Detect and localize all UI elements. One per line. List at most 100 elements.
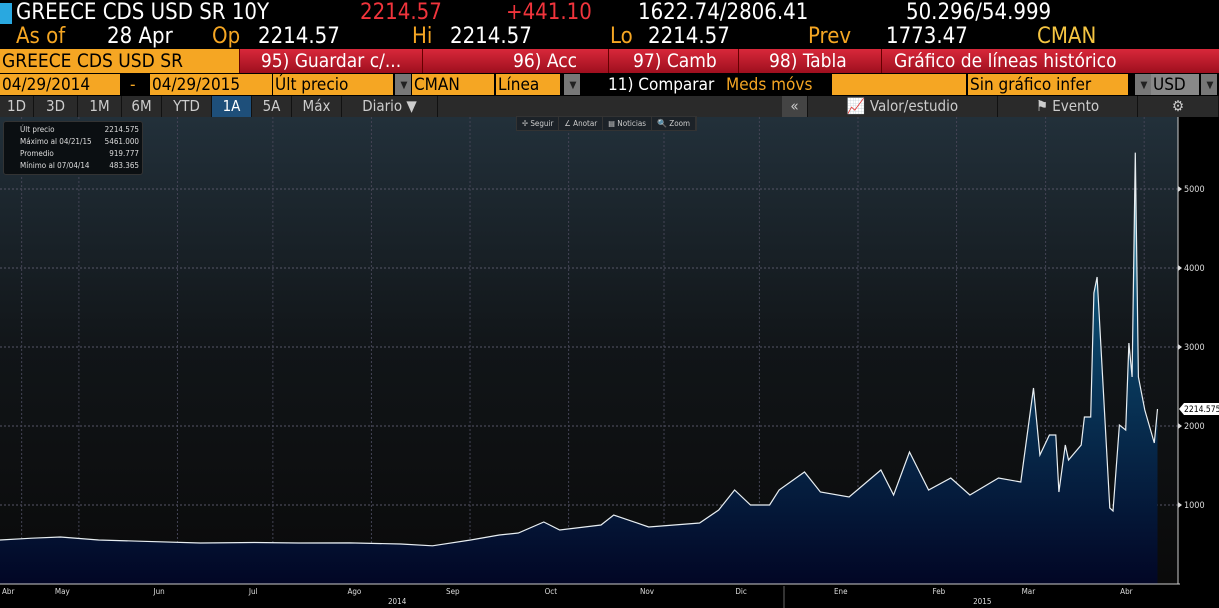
chart-type-select[interactable]: Línea (496, 74, 560, 95)
bid-ask: 1622.74/2806.41 (638, 0, 809, 25)
open-label: Op (212, 24, 241, 49)
tab-6m[interactable]: 6M (122, 96, 162, 117)
actions-button[interactable]: 96) Acc (423, 49, 609, 73)
legend-value: 2214.575 (104, 125, 139, 134)
currency-dropdown-icon[interactable]: ▼ (1201, 74, 1217, 95)
x-tick-label: Ene (834, 587, 848, 596)
x-tick-label: Oct (545, 587, 558, 596)
y-tick-label: 3000 (1184, 343, 1205, 353)
x-tick-label: Jun (152, 587, 164, 596)
low-label: Lo (610, 24, 633, 49)
legend-row: Mínimo al 07/04/14 483.365 (20, 160, 139, 172)
security-field[interactable]: GREECE CDS USD SR (0, 49, 240, 73)
x-tick-label: Dic (735, 587, 747, 596)
as-of-date: 28 Apr (107, 24, 173, 49)
table-button[interactable]: 98) Tabla (739, 49, 882, 73)
field-dropdown-icon[interactable]: ▼ (395, 74, 411, 95)
spread: 50.296/54.999 (906, 0, 1052, 25)
y-tick-label: 1000 (1184, 501, 1205, 511)
tab-1a[interactable]: 1A (212, 96, 252, 117)
y-tick (1178, 423, 1182, 429)
x-tick-label: Feb (933, 587, 946, 596)
year-label: 2015 (973, 597, 991, 606)
period-tabs: 1D 3D 1M 6M YTD 1A 5A Máx Diario ▼ « 📈 Valor/est… (0, 96, 1219, 117)
tab-diario[interactable]: Diario ▼ (342, 96, 438, 117)
save-button[interactable]: 95) Guardar c/... (240, 49, 423, 73)
legend-label: Mínimo al 07/04/14 (20, 161, 90, 170)
change-button[interactable]: 97) Camb (609, 49, 739, 73)
legend-value: 919.777 (109, 149, 139, 158)
source: CMAN (1037, 24, 1097, 49)
tab-5a[interactable]: 5A (252, 96, 292, 117)
currency-select[interactable]: USD (1151, 74, 1199, 95)
y-tick (1178, 186, 1182, 192)
flag-icon: ⚑ (1035, 97, 1053, 115)
title-row: GREECE CDS USD SR 10Y 2214.57 +441.10 16… (0, 0, 1219, 25)
price-chart[interactable]: 1000 2000 3000 4000 5000 Abr May Jun Jul Ago Sep Oc… (0, 117, 1219, 608)
x-tick-label: Nov (640, 587, 655, 596)
tab-ytd[interactable]: YTD (162, 96, 212, 117)
x-tick-label: Mar (1022, 587, 1036, 596)
event-button[interactable]: ⚑ Evento (998, 96, 1138, 117)
settings-gear-icon[interactable]: ⚙ (1138, 96, 1219, 117)
last-price-label: 2214.575 (1184, 405, 1219, 415)
study-icon: 📈 (846, 97, 870, 115)
legend-value: 5461.000 (104, 137, 139, 146)
field-select[interactable]: Últ precio (273, 74, 393, 95)
end-date-input[interactable]: 04/29/2015 (150, 74, 272, 95)
value-study-button[interactable]: 📈 Valor/estudio (808, 96, 998, 117)
chart-tools: ✢ Seguir ∠ Anotar ▤ Noticias 🔍 Zoom (516, 116, 698, 131)
x-tick-label: Abr (1120, 587, 1132, 596)
ma-fields[interactable] (832, 74, 966, 95)
moving-averages-button[interactable]: Meds móvs (724, 74, 812, 95)
y-tick (1178, 344, 1182, 350)
low-value: 2214.57 (648, 24, 730, 49)
legend-row: Últ precio 2214.575 (20, 124, 139, 136)
security-name: GREECE CDS USD SR 10Y (16, 0, 270, 25)
compare-button[interactable]: 11) Comparar (606, 74, 714, 95)
y-tick-label: 2000 (1184, 422, 1205, 432)
x-tick-label: Sep (446, 587, 460, 596)
x-tick-label: May (55, 587, 71, 596)
chart-title: Gráfico de líneas histórico (894, 50, 1117, 72)
high-value: 2214.57 (450, 24, 532, 49)
legend-label: Promedio (20, 149, 54, 158)
y-tick (1178, 502, 1182, 508)
legend-label: Últ precio (20, 125, 55, 134)
chart-tool-0[interactable]: ✢ Seguir (517, 117, 560, 130)
chart-type-dropdown-icon[interactable]: ▼ (564, 74, 580, 95)
x-tick-label: Ago (347, 587, 361, 596)
as-of-label: As of (16, 24, 66, 49)
tab-mx[interactable]: Máx (292, 96, 342, 117)
chart-tool-3[interactable]: 🔍 Zoom (652, 117, 697, 130)
chart-tool-1[interactable]: ∠ Anotar (559, 117, 604, 130)
open-value: 2214.57 (258, 24, 340, 49)
start-date-input[interactable]: 04/29/2014 (0, 74, 120, 95)
last-price: 2214.57 (360, 0, 442, 25)
legend-row: Promedio 919.777 (20, 148, 139, 160)
tab-1d[interactable]: 1D (0, 96, 34, 117)
collapse-button[interactable]: « (782, 96, 808, 117)
price-change: +441.10 (506, 0, 592, 25)
year-label: 2014 (388, 597, 407, 606)
high-label: Hi (412, 24, 433, 49)
security-marker (0, 3, 12, 24)
tab-1m[interactable]: 1M (78, 96, 122, 117)
x-tick-label: Abr (2, 587, 14, 596)
value-study-label: Valor/estudio (869, 97, 959, 115)
y-tick-label: 5000 (1184, 185, 1205, 195)
x-tick-label: Jul (248, 587, 258, 596)
event-label: Evento (1052, 97, 1100, 115)
quote-row: As of 28 Apr Op 2214.57 Hi 2214.57 Lo 22… (0, 25, 1219, 49)
controls-row: 04/29/2014 - 04/29/2015 Últ precio ▼ CMA… (0, 73, 1219, 96)
tab-3d[interactable]: 3D (34, 96, 78, 117)
lower-chart-dropdown-icon[interactable]: ▼ (1135, 74, 1151, 95)
function-toolbar: GREECE CDS USD SR 95) Guardar c/... 96) … (0, 49, 1219, 73)
legend-value: 483.365 (109, 161, 139, 170)
prev-value: 1773.47 (886, 24, 968, 49)
legend-row: Máximo al 04/21/15 5461.000 (20, 136, 139, 148)
source-input[interactable]: CMAN (412, 74, 494, 95)
chart-tool-2[interactable]: ▤ Noticias (603, 117, 653, 130)
lower-chart-select[interactable]: Sin gráfico infer (968, 74, 1128, 95)
date-separator: - (130, 75, 136, 95)
